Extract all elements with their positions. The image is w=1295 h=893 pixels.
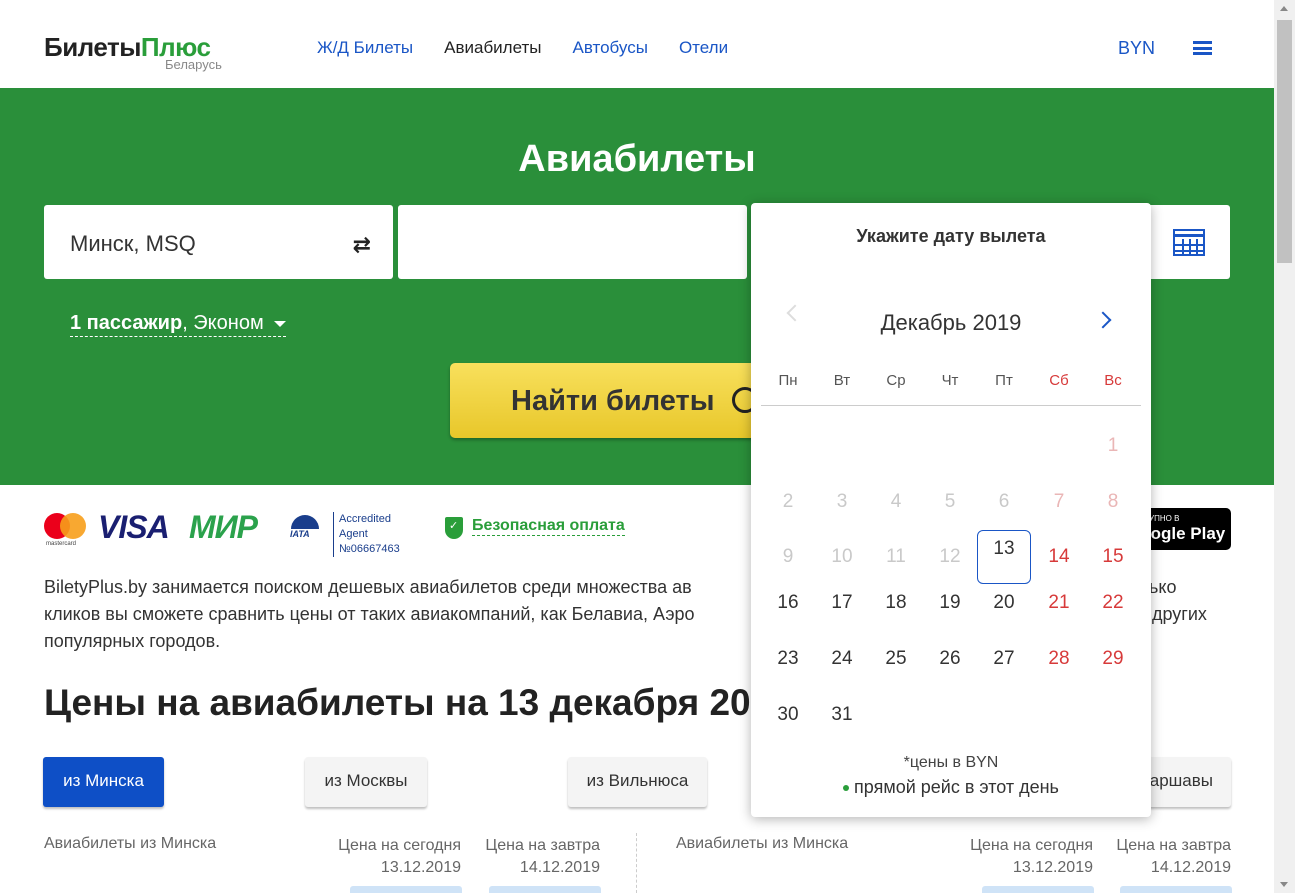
calendar-day[interactable]: 29 — [1086, 632, 1140, 686]
right-tomorrow-header: Цена на завтра 14.12.2019 — [1116, 837, 1231, 876]
shield-icon — [445, 517, 463, 539]
scroll-thumb[interactable] — [1277, 20, 1292, 263]
right-today-header: Цена на сегодня 13.12.2019 — [970, 837, 1093, 876]
calendar-day[interactable]: 24 — [815, 632, 869, 686]
page-scrollbar[interactable] — [1274, 0, 1295, 893]
page-title: Авиабилеты — [518, 138, 756, 180]
calendar-day: 3 — [836, 491, 848, 512]
mastercard-logo: mastercard — [44, 513, 86, 549]
left-tomorrow-header: Цена на завтра 14.12.2019 — [485, 837, 600, 876]
calendar-day: 8 — [1107, 491, 1119, 512]
weekday-label: Вс — [1104, 372, 1122, 389]
passengers-count: 1 пассажир — [70, 312, 183, 334]
date-picker-title: Укажите дату вылета — [856, 226, 1046, 246]
city-button-vilnius[interactable]: из Вильнюса — [568, 757, 707, 807]
from-field[interactable]: Минск, MSQ ⇄ — [44, 205, 393, 279]
search-button-label: Найти билеты — [511, 385, 715, 417]
calendar-icon[interactable] — [1173, 229, 1205, 256]
calendar-day[interactable]: 22 — [1086, 576, 1140, 630]
calendar-day[interactable]: 17 — [815, 576, 869, 630]
nav-hotels[interactable]: Отели — [679, 38, 728, 58]
nav-bus[interactable]: Автобусы — [573, 38, 648, 58]
mir-logo: МИР — [189, 509, 258, 545]
price-chip[interactable] — [982, 886, 1094, 893]
logo[interactable]: БилетыПлюс Беларусь — [44, 32, 222, 72]
green-dot-icon — [843, 785, 850, 792]
swap-icon[interactable]: ⇄ — [353, 232, 371, 258]
logo-subtitle: Беларусь — [165, 57, 222, 72]
weekday-divider — [761, 405, 1141, 406]
calendar-day: 2 — [782, 491, 794, 512]
calendar-day: 5 — [944, 491, 956, 512]
column-divider — [636, 833, 637, 893]
price-chip[interactable] — [489, 886, 601, 893]
iata-logo: IATA Accredited Agent №06667463 — [287, 512, 422, 557]
calendar-day[interactable]: 27 — [977, 632, 1031, 686]
weekday-label: Ср — [886, 372, 906, 389]
calendar-day[interactable]: 18 — [869, 576, 923, 630]
caret-down-icon — [273, 320, 286, 327]
calendar-day: 4 — [890, 491, 902, 512]
current-month: Декабрь 2019 — [880, 310, 1022, 335]
calendar-day: 6 — [998, 491, 1010, 512]
calendar-day: 1 — [1107, 435, 1119, 456]
left-today-header: Цена на сегодня 13.12.2019 — [338, 837, 461, 876]
scroll-down-icon[interactable] — [1280, 882, 1288, 887]
site-header: БилетыПлюс Беларусь Ж/Д Билеты Авиабилет… — [0, 0, 1274, 88]
currency-selector[interactable]: BYN — [1118, 38, 1155, 59]
main-nav: Ж/Д Билеты Авиабилеты Автобусы Отели — [317, 38, 759, 58]
weekday-label: Вт — [833, 372, 851, 389]
calendar-day[interactable]: 31 — [815, 688, 869, 742]
right-column-title: Авиабилеты из Минска — [676, 835, 849, 852]
nav-avia[interactable]: Авиабилеты — [444, 38, 541, 58]
calendar-day[interactable]: 30 — [761, 688, 815, 742]
weekday-label: Пт — [995, 372, 1013, 389]
passengers-selector[interactable]: 1 пассажир, Эконом — [70, 312, 286, 337]
left-column-title: Авиабилеты из Минска — [44, 835, 217, 852]
secure-payment-label: Безопасная оплата — [472, 517, 625, 536]
direct-flight-legend: прямой рейс в этот день — [751, 777, 1151, 798]
calendar-day[interactable]: 25 — [869, 632, 923, 686]
logo-part1: Билеты — [44, 32, 141, 62]
calendar-day: 7 — [1053, 491, 1065, 512]
calendar-day[interactable]: 23 — [761, 632, 815, 686]
city-button-minsk[interactable]: из Минска — [43, 757, 164, 807]
date-picker-popup: Укажите дату вылета Декабрь 2019 Пн Вт Ср Ч… — [751, 203, 1151, 817]
weekday-label: Пн — [778, 372, 798, 389]
from-value: Минск, MSQ — [70, 231, 196, 256]
to-field[interactable] — [398, 205, 747, 279]
calendar-day[interactable]: 21 — [1032, 576, 1086, 630]
calendar-day[interactable]: 28 — [1032, 632, 1086, 686]
scroll-up-icon[interactable] — [1280, 6, 1288, 11]
visa-logo: VISA — [98, 509, 170, 545]
price-chip[interactable] — [1120, 886, 1232, 893]
menu-icon[interactable] — [1193, 41, 1212, 55]
weekday-label: Чт — [941, 372, 959, 389]
prices-heading: Цены на авиабилеты на 13 декабря 20 — [44, 682, 751, 723]
weekday-label: Сб — [1049, 372, 1069, 389]
calendar-day[interactable]: 16 — [761, 576, 815, 630]
calendar-day[interactable]: 26 — [923, 632, 977, 686]
city-button-moscow[interactable]: из Москвы — [305, 757, 427, 807]
price-chip[interactable] — [350, 886, 462, 893]
calendar-day[interactable]: 19 — [923, 576, 977, 630]
calendar-day[interactable]: 20 — [977, 576, 1031, 630]
travel-class: , Эконом — [182, 312, 264, 334]
nav-train[interactable]: Ж/Д Билеты — [317, 38, 413, 58]
currency-note: *цены в BYN — [903, 754, 999, 771]
